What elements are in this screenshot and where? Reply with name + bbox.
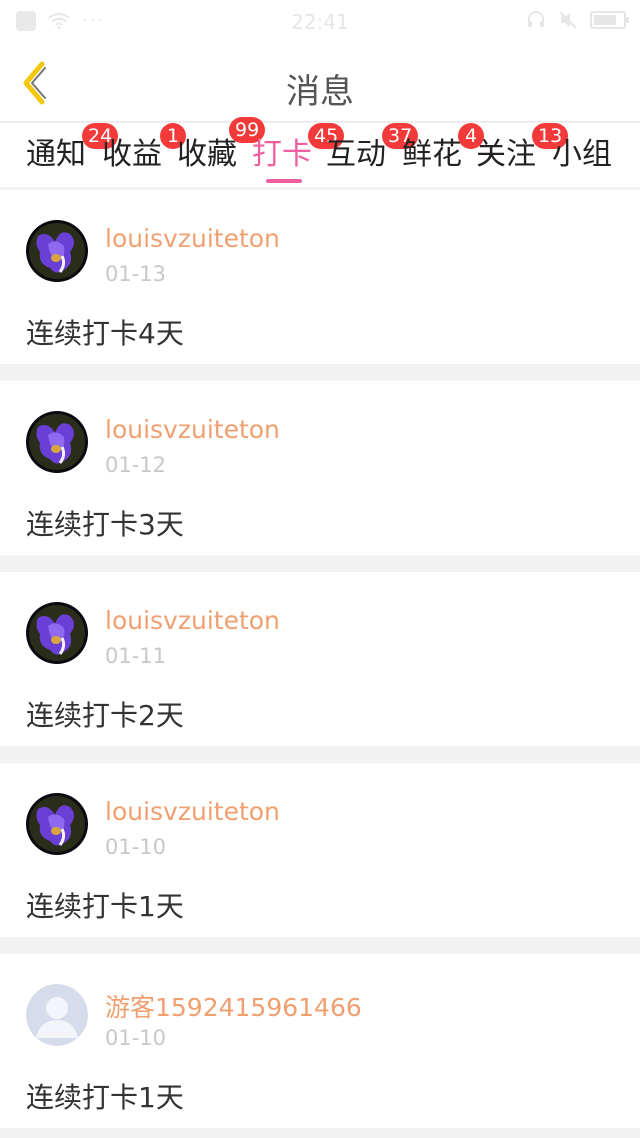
page-title: 消息 [286,72,354,112]
username[interactable]: louisvzuiteton [105,797,280,826]
tab-label: 打卡 [252,137,312,172]
username[interactable]: louisvzuiteton [105,224,280,253]
list-item[interactable]: 游客1592415961466 01-10 连续打卡1天 [0,954,640,1128]
tab-label: 关注 [476,137,536,172]
tab-groups[interactable]: 小组 [552,135,612,187]
header: 消息 [0,44,640,122]
tab-bar: 通知 24 收益 1 收藏 99 打卡 45 互动 37 鲜花 4 关注 13 … [0,117,640,187]
message-date: 01-11 [105,644,167,668]
message-text: 连续打卡2天 [26,699,184,732]
message-list: louisvzuiteton 01-13 连续打卡4天 louisvzuitet… [0,190,640,1138]
message-date: 01-10 [105,835,167,859]
tab-label: 互动 [326,137,386,172]
tab-label: 收藏 [177,137,237,172]
tab-checkin[interactable]: 打卡 45 [252,123,345,187]
message-date: 01-13 [105,262,167,286]
flower-avatar[interactable] [26,411,88,473]
tab-label: 收益 [102,137,162,172]
status-bar-right [526,10,629,30]
tab-interactions[interactable]: 互动 37 [326,123,419,187]
username[interactable]: louisvzuiteton [105,415,280,444]
active-tab-indicator [266,179,302,183]
list-item[interactable]: louisvzuiteton 01-10 连续打卡1天 [0,763,640,937]
message-date: 01-10 [105,1026,167,1050]
message-text: 连续打卡4天 [26,317,184,350]
flower-avatar[interactable] [26,220,88,282]
tab-label: 小组 [552,137,612,172]
tab-following[interactable]: 关注 13 [476,123,569,187]
username[interactable]: 游客1592415961466 [105,988,362,1024]
headset-icon [528,11,544,27]
tab-favorites[interactable]: 收藏 99 [177,117,266,187]
tab-earnings[interactable]: 收益 1 [102,123,186,187]
list-item[interactable]: louisvzuiteton 01-13 连续打卡4天 [0,190,640,364]
default-avatar[interactable] [26,984,88,1046]
status-bar: ··· 22:41 [0,0,640,44]
flower-avatar[interactable] [26,793,88,855]
message-text: 连续打卡1天 [26,1081,184,1114]
battery-icon [590,11,629,29]
mute-icon [559,11,577,29]
message-date: 01-12 [105,453,167,477]
list-item[interactable]: louisvzuiteton 01-12 连续打卡3天 [0,381,640,555]
list-item[interactable]: louisvzuiteton 01-11 连续打卡2天 [0,572,640,746]
message-text: 连续打卡3天 [26,508,184,541]
username[interactable]: louisvzuiteton [105,606,280,635]
tab-label: 鲜花 [402,137,462,172]
tab-label: 通知 [26,137,86,172]
message-text: 连续打卡1天 [26,890,184,923]
flower-avatar[interactable] [26,602,88,664]
tab-notifications[interactable]: 通知 24 [26,123,119,187]
tab-flowers[interactable]: 鲜花 4 [402,123,484,187]
